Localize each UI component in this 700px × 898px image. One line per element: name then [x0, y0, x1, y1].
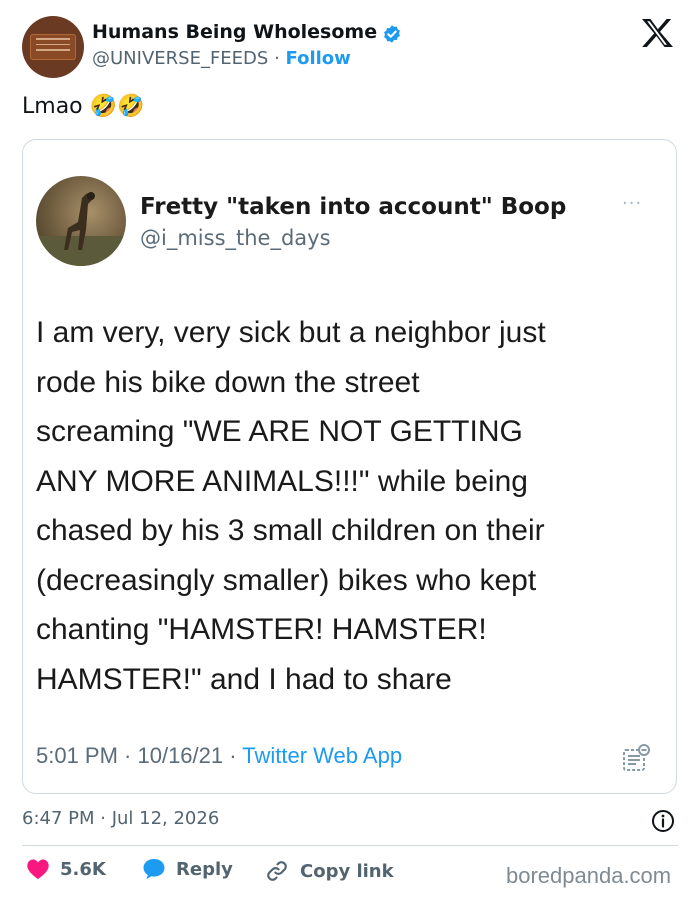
info-icon[interactable]	[651, 809, 675, 833]
watermark: boredpanda.com	[506, 863, 672, 888]
body-line: chanting "HAMSTER! HAMSTER!	[36, 613, 487, 646]
author-name[interactable]: Humans Being Wholesome	[92, 21, 377, 43]
more-options-icon: ···	[622, 193, 643, 214]
reply-label: Reply	[176, 858, 233, 880]
body-line: (decreasingly smaller) bikes who kept	[36, 563, 537, 597]
body-line: chased by his 3 small children on their	[36, 514, 545, 547]
author-handle-line: @UNIVERSE_FEEDS · Follow	[92, 48, 351, 69]
body-line: rode his bike down the street	[36, 365, 420, 399]
verified-badge-icon	[384, 25, 400, 43]
x-logo-icon[interactable]	[640, 18, 674, 48]
embedded-tweet-body: I am very, very sick but a neighbor just…	[36, 308, 676, 704]
author-handle[interactable]: @UNIVERSE_FEEDS	[92, 48, 268, 69]
tweet-text: Lmao 🤣🤣	[22, 94, 145, 119]
like-count: 5.6K	[60, 858, 106, 880]
embedded-author-name: Fretty "taken into account" Boop	[140, 194, 567, 220]
body-line: screaming "WE ARE NOT GETTING	[36, 415, 523, 448]
heart-icon	[27, 859, 49, 879]
giraffe-avatar	[36, 176, 126, 266]
reply-button[interactable]: Reply	[142, 858, 233, 880]
divider	[22, 845, 678, 846]
follow-button[interactable]: Follow	[286, 48, 351, 69]
body-line: I am very, very sick but a neighbor just	[36, 316, 546, 349]
copy-link-button[interactable]: Copy link	[264, 858, 394, 884]
embedded-source: Twitter Web App	[242, 743, 403, 768]
embedded-timestamp: 5:01 PM · 10/16/21 ·	[36, 743, 237, 768]
like-button[interactable]: 5.6K	[26, 858, 106, 880]
reply-bubble-icon	[143, 859, 165, 879]
post-timestamp[interactable]: 6:47 PM · Jul 12, 2026	[22, 808, 219, 829]
notes-icon	[623, 744, 650, 771]
link-icon	[267, 861, 287, 881]
author-avatar[interactable]	[22, 16, 84, 78]
separator: ·	[274, 48, 280, 69]
body-line: ANY MORE ANIMALS!!!" while being	[36, 464, 528, 498]
plaque-avatar-image	[30, 34, 76, 60]
embedded-tweet-meta: 5:01 PM · 10/16/21 · Twitter Web App	[36, 743, 402, 769]
body-line: HAMSTER!" and I had to share	[36, 662, 452, 696]
copy-link-label: Copy link	[300, 860, 394, 882]
embedded-author-handle: @i_miss_the_days	[140, 226, 331, 250]
